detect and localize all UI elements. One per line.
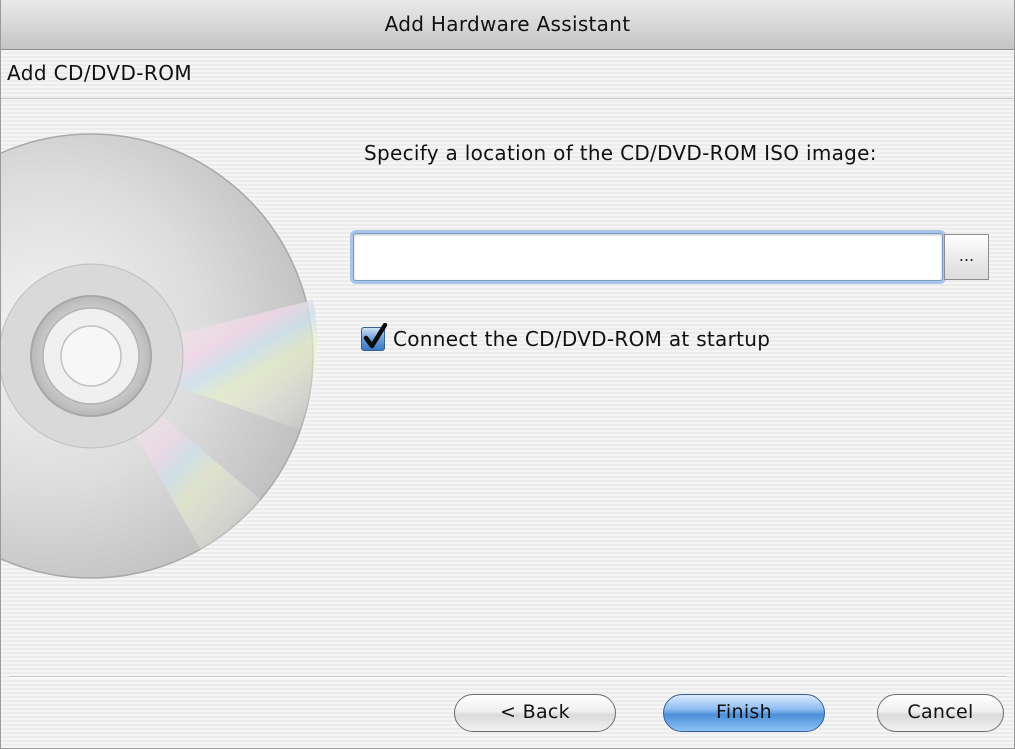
back-button[interactable]: < Back bbox=[454, 694, 616, 732]
iso-location-prompt: Specify a location of the CD/DVD-ROM ISO… bbox=[364, 141, 877, 165]
add-hardware-window: Add Hardware Assistant Add CD/DVD-ROM Sp… bbox=[0, 0, 1015, 749]
connect-at-startup-label[interactable]: Connect the CD/DVD-ROM at startup bbox=[393, 327, 770, 351]
cancel-button[interactable]: Cancel bbox=[877, 694, 1004, 732]
finish-button[interactable]: Finish bbox=[663, 694, 825, 732]
iso-path-input[interactable] bbox=[353, 233, 943, 281]
cd-disc-icon bbox=[1, 100, 341, 620]
connect-at-startup-checkbox[interactable] bbox=[361, 323, 388, 351]
footer-divider bbox=[9, 676, 1006, 678]
browse-button[interactable]: ... bbox=[944, 234, 989, 280]
title-bar[interactable]: Add Hardware Assistant bbox=[1, 0, 1014, 50]
checkmark-icon bbox=[363, 323, 388, 349]
window-title: Add Hardware Assistant bbox=[384, 12, 631, 36]
page-heading: Add CD/DVD-ROM bbox=[7, 61, 193, 85]
header-band: Add CD/DVD-ROM bbox=[1, 50, 1014, 99]
